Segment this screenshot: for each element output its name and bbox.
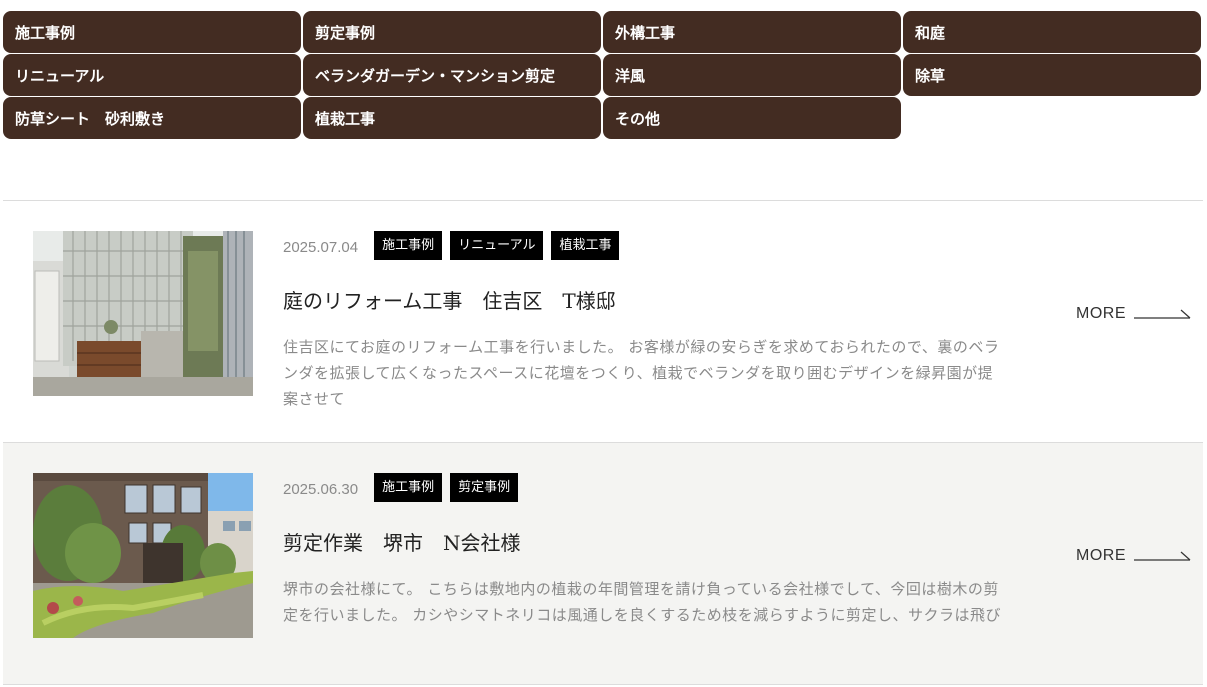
post-thumbnail[interactable] <box>33 473 253 638</box>
post-list-item[interactable]: 2025.06.30 施工事例 剪定事例 剪定作業 堺市 N会社様 堺市の会社様… <box>3 443 1203 685</box>
category-button-renewal[interactable]: リニューアル <box>3 54 301 96</box>
post-tag[interactable]: 植栽工事 <box>551 231 620 260</box>
post-date: 2025.06.30 <box>283 481 359 498</box>
category-button-construction-cases[interactable]: 施工事例 <box>3 11 301 53</box>
more-label: MORE <box>1076 547 1126 564</box>
post-tag[interactable]: 施工事例 <box>374 231 443 260</box>
category-nav: 施工事例 剪定事例 外構工事 和庭 リニューアル ベランダガーデン・マンション剪… <box>3 11 1201 139</box>
pruning-work-photo <box>33 473 253 638</box>
more-label: MORE <box>1076 305 1126 322</box>
post-excerpt: 住吉区にてお庭のリフォーム工事を行いました。 お客様が緑の安らぎを求めておられた… <box>283 338 1000 408</box>
post-list-item[interactable]: 2025.07.04 施工事例 リニューアル 植栽工事 庭のリフォーム工事 住吉… <box>3 201 1203 443</box>
post-excerpt: 堺市の会社様にて。 こちらは敷地内の植栽の年間管理を請け負っている会社様でして、… <box>283 580 1001 624</box>
category-button-exterior-work[interactable]: 外構工事 <box>603 11 901 53</box>
category-button-veranda-garden[interactable]: ベランダガーデン・マンション剪定 <box>303 54 601 96</box>
garden-renovation-photo <box>33 231 253 396</box>
post-meta: 2025.07.04 施工事例 リニューアル 植栽工事 <box>283 231 627 260</box>
category-button-weeding[interactable]: 除草 <box>903 54 1201 96</box>
arrow-right-icon <box>1134 550 1192 562</box>
post-date: 2025.07.04 <box>283 239 359 256</box>
category-button-planting-work[interactable]: 植栽工事 <box>303 97 601 139</box>
category-button-japanese-garden[interactable]: 和庭 <box>903 11 1201 53</box>
category-button-pruning-cases[interactable]: 剪定事例 <box>303 11 601 53</box>
post-tag[interactable]: 剪定事例 <box>450 473 519 502</box>
more-link[interactable]: MORE <box>1076 547 1192 565</box>
post-tag[interactable]: リニューアル <box>450 231 544 260</box>
post-thumbnail[interactable] <box>33 231 253 396</box>
more-link[interactable]: MORE <box>1076 305 1192 323</box>
arrow-right-icon <box>1134 308 1192 320</box>
post-meta: 2025.06.30 施工事例 剪定事例 <box>283 473 526 502</box>
post-title[interactable]: 剪定作業 堺市 N会社様 <box>283 527 521 556</box>
post-title[interactable]: 庭のリフォーム工事 住吉区 T様邸 <box>283 285 616 314</box>
post-tag[interactable]: 施工事例 <box>374 473 443 502</box>
category-button-other[interactable]: その他 <box>603 97 901 139</box>
category-button-western-style[interactable]: 洋風 <box>603 54 901 96</box>
category-button-weed-sheet-gravel[interactable]: 防草シート 砂利敷き <box>3 97 301 139</box>
